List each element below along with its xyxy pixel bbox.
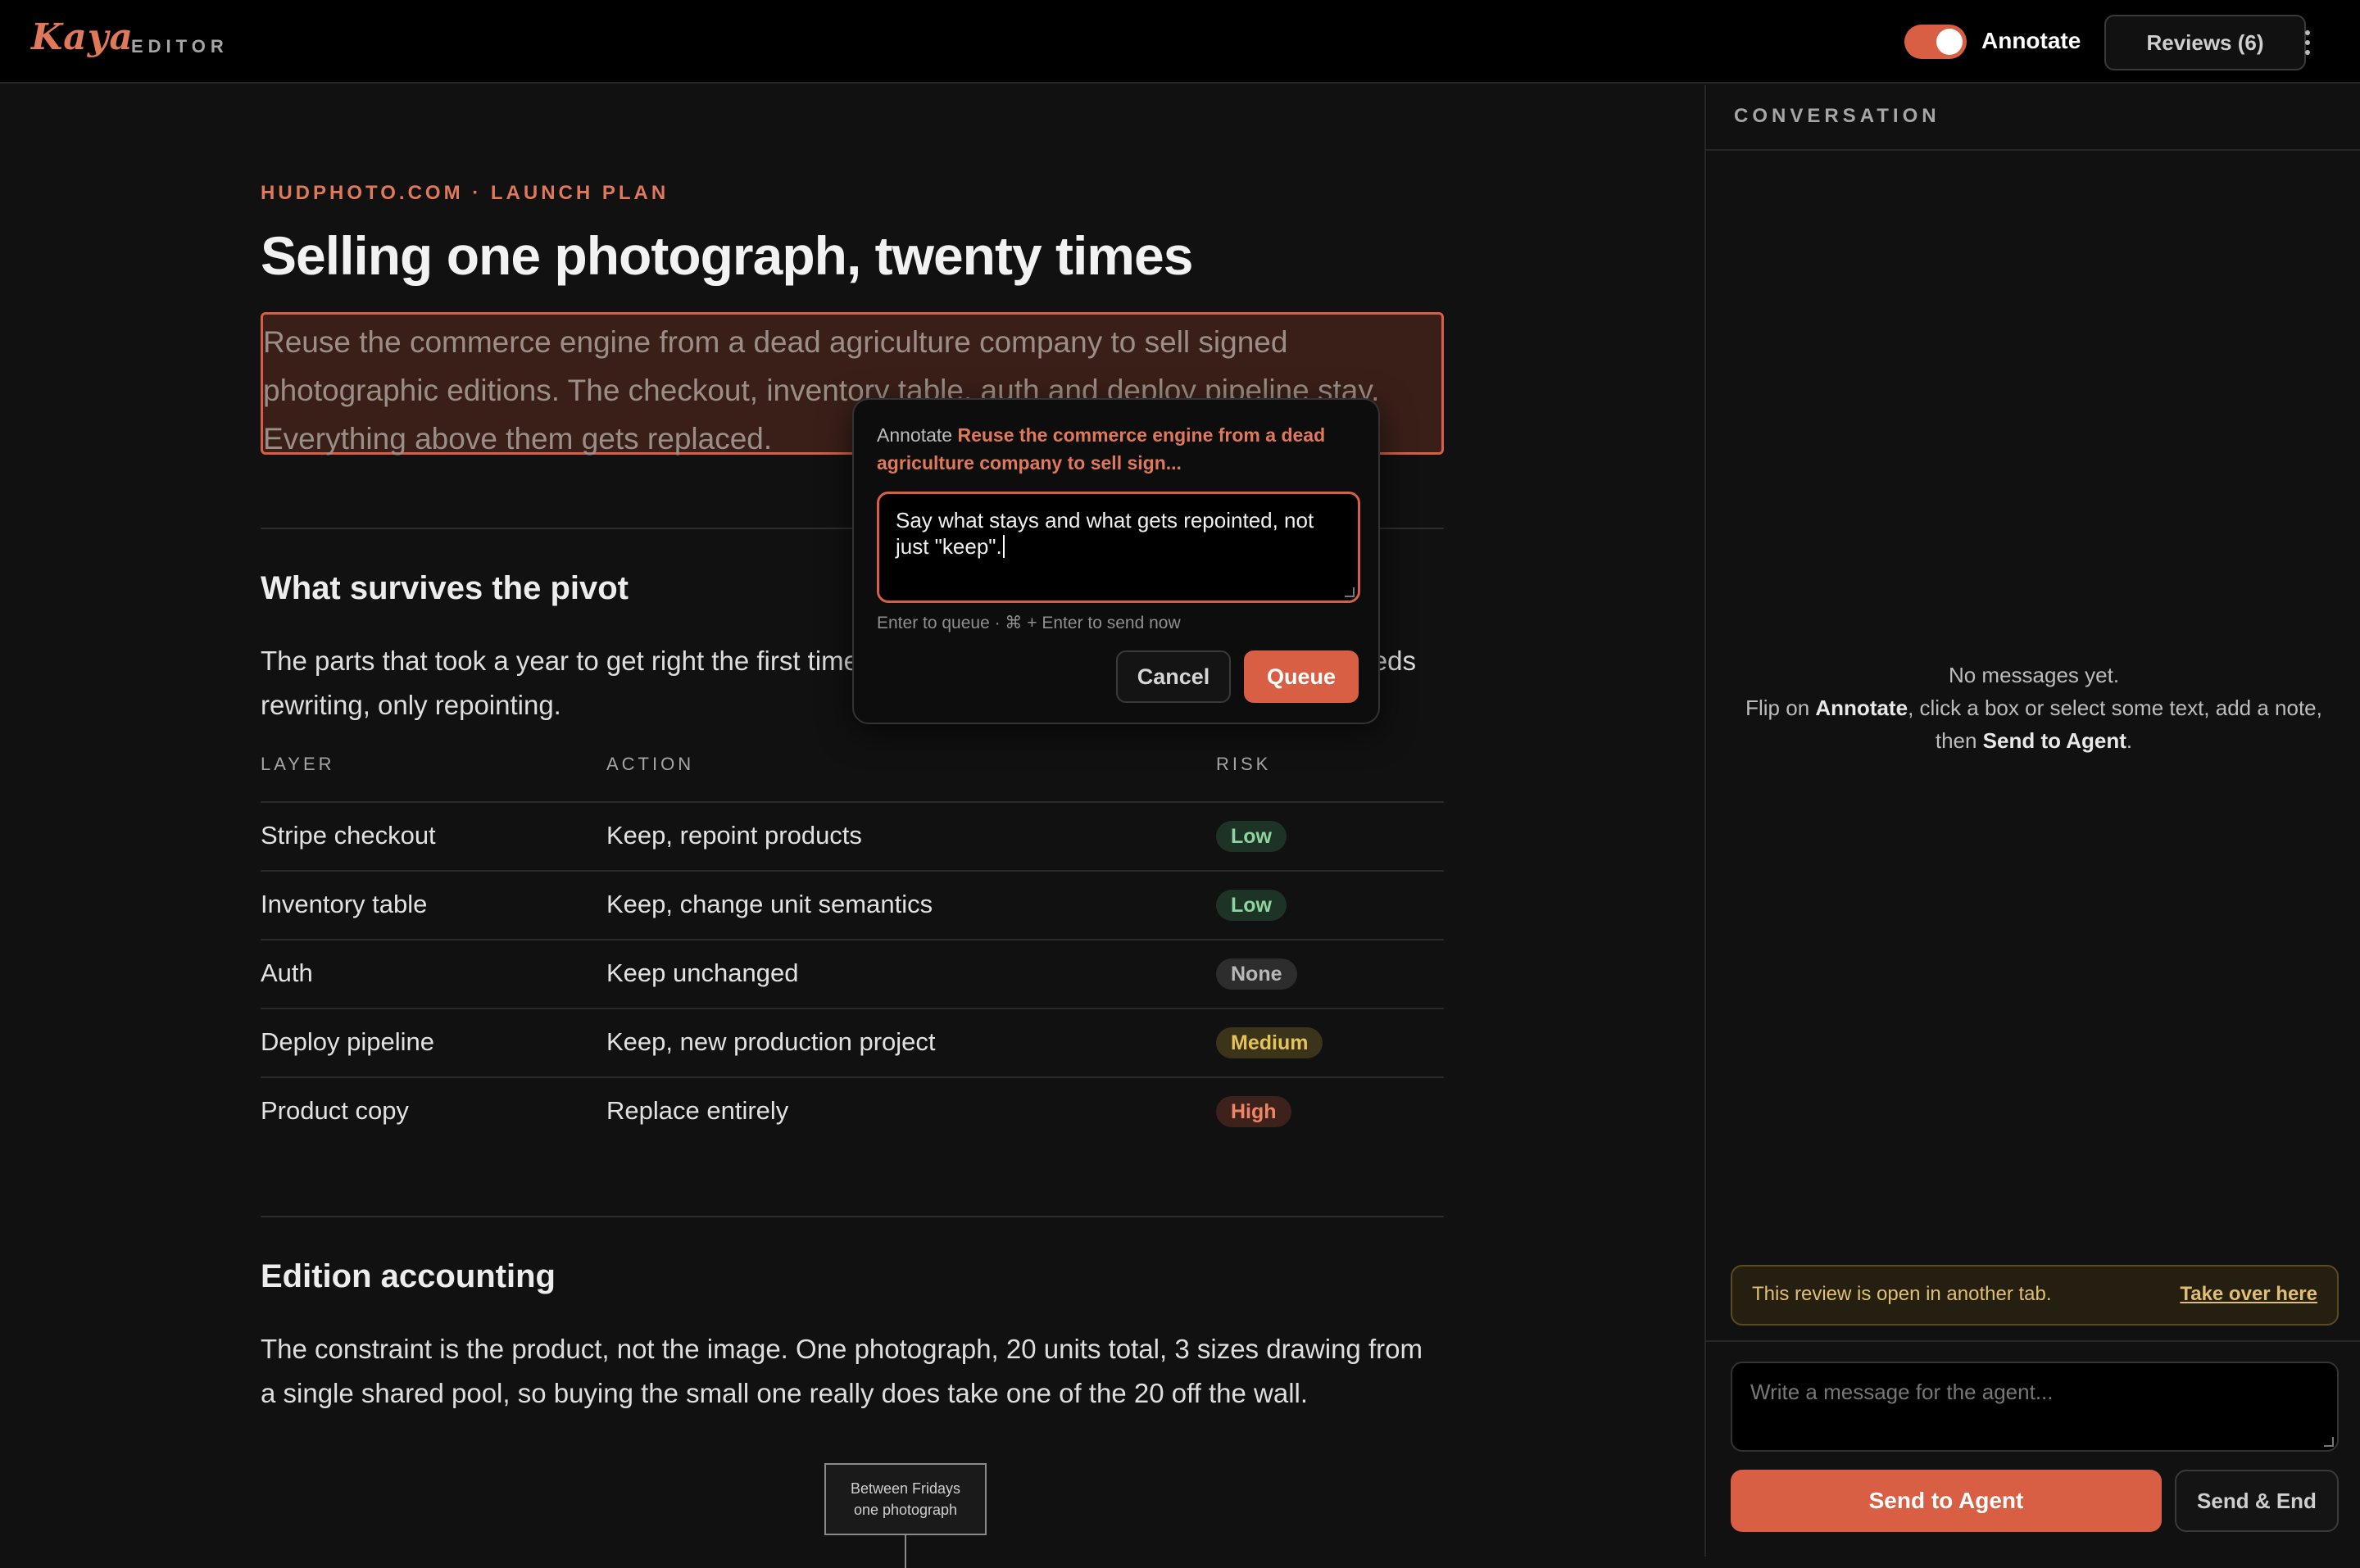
diagram-node[interactable]: Between Fridays one photograph xyxy=(824,1463,987,1535)
section-heading-accounting[interactable]: Edition accounting xyxy=(261,1258,556,1295)
doc-kicker: HUDPHOTO.COM · LAUNCH PLAN xyxy=(261,182,669,204)
app-logo[interactable]: Kaya xyxy=(31,16,134,58)
document-pane: HUDPHOTO.COM · LAUNCH PLAN Selling one p… xyxy=(0,85,1704,1568)
another-tab-warning: This review is open in another tab. Take… xyxy=(1731,1265,2339,1326)
cell-action: Keep, new production project xyxy=(606,1027,936,1056)
doc-title[interactable]: Selling one photograph, twenty times xyxy=(261,224,1193,287)
reviews-button[interactable]: Reviews (6) xyxy=(2104,15,2306,70)
top-bar: Kaya EDITOR Annotate Reviews (6) xyxy=(0,0,2360,84)
cell-action: Keep unchanged xyxy=(606,958,799,987)
section-heading-pivot[interactable]: What survives the pivot xyxy=(261,570,629,607)
section-paragraph-accounting[interactable]: The constraint is the product, not the i… xyxy=(261,1327,1444,1416)
cell-layer: Inventory table xyxy=(261,890,428,918)
table-row[interactable]: Deploy pipeline Keep, new production pro… xyxy=(261,1008,1444,1076)
table-row[interactable]: Stripe checkout Keep, repoint products L… xyxy=(261,801,1444,870)
cell-layer: Product copy xyxy=(261,1096,409,1125)
popover-header: Annotate Reuse the commerce engine from … xyxy=(877,421,1360,477)
resize-handle-icon[interactable] xyxy=(1345,587,1355,597)
warning-text: This review is open in another tab. xyxy=(1752,1283,2052,1305)
text-caret xyxy=(1002,535,1005,558)
cell-action: Keep, repoint products xyxy=(606,821,862,850)
app-subtitle: EDITOR xyxy=(131,36,229,57)
annotate-toggle-label[interactable]: Annotate xyxy=(1981,28,2081,54)
risk-badge: Low xyxy=(1216,890,1287,921)
table-row[interactable]: Product copy Replace entirely High xyxy=(261,1076,1444,1145)
take-over-link[interactable]: Take over here xyxy=(2180,1283,2317,1306)
resize-handle-icon[interactable] xyxy=(2324,1437,2334,1447)
panel-title: CONVERSATION xyxy=(1734,105,1940,127)
cell-layer: Stripe checkout xyxy=(261,821,436,850)
empty-state: No messages yet. Flip on Annotate, click… xyxy=(1739,659,2329,757)
annotate-popover: Annotate Reuse the commerce engine from … xyxy=(852,398,1380,724)
table-row[interactable]: Inventory table Keep, change unit semant… xyxy=(261,870,1444,939)
column-header-action: ACTION xyxy=(606,754,695,774)
cell-layer: Auth xyxy=(261,958,313,987)
keyboard-hint: Enter to queue · ⌘ + Enter to send now xyxy=(877,614,1181,632)
empty-state-help: Flip on Annotate, click a box or select … xyxy=(1745,696,2322,753)
cell-action: Replace entirely xyxy=(606,1096,789,1125)
agent-message-input[interactable]: Write a message for the agent... xyxy=(1731,1362,2339,1452)
risk-badge: Medium xyxy=(1216,1027,1323,1058)
cancel-button[interactable]: Cancel xyxy=(1116,650,1231,703)
conversation-panel: CONVERSATION No messages yet. Flip on An… xyxy=(1704,85,2360,1557)
diagram-connector xyxy=(905,1535,906,1568)
annotation-textarea[interactable]: Say what stays and what gets repointed, … xyxy=(877,492,1360,603)
column-header-layer: LAYER xyxy=(261,754,335,774)
cell-action: Keep, change unit semantics xyxy=(606,890,933,918)
send-to-agent-button[interactable]: Send to Agent xyxy=(1731,1470,2162,1532)
message-placeholder: Write a message for the agent... xyxy=(1750,1380,2054,1404)
annotation-text: Say what stays and what gets repointed, … xyxy=(896,508,1314,559)
queue-button[interactable]: Queue xyxy=(1244,650,1359,703)
section-divider xyxy=(261,1216,1444,1217)
table-row[interactable]: Auth Keep unchanged None xyxy=(261,939,1444,1008)
diagram-node-line: one photograph xyxy=(853,1502,958,1518)
diagram-node-line: Between Fridays xyxy=(850,1480,961,1497)
risk-badge: Low xyxy=(1216,821,1287,852)
column-header-risk: RISK xyxy=(1216,754,1272,774)
empty-state-title: No messages yet. xyxy=(1948,663,2120,687)
panel-header: CONVERSATION xyxy=(1706,85,2360,151)
cell-layer: Deploy pipeline xyxy=(261,1027,434,1056)
risk-badge: High xyxy=(1216,1096,1291,1127)
kebab-menu-icon[interactable] xyxy=(2291,18,2324,67)
send-and-end-button[interactable]: Send & End xyxy=(2175,1470,2339,1532)
annotate-toggle[interactable] xyxy=(1904,25,1967,59)
popover-prefix: Annotate xyxy=(877,424,953,446)
risk-badge: None xyxy=(1216,958,1297,990)
toggle-knob xyxy=(1936,29,1963,55)
panel-divider xyxy=(1706,1340,2360,1342)
